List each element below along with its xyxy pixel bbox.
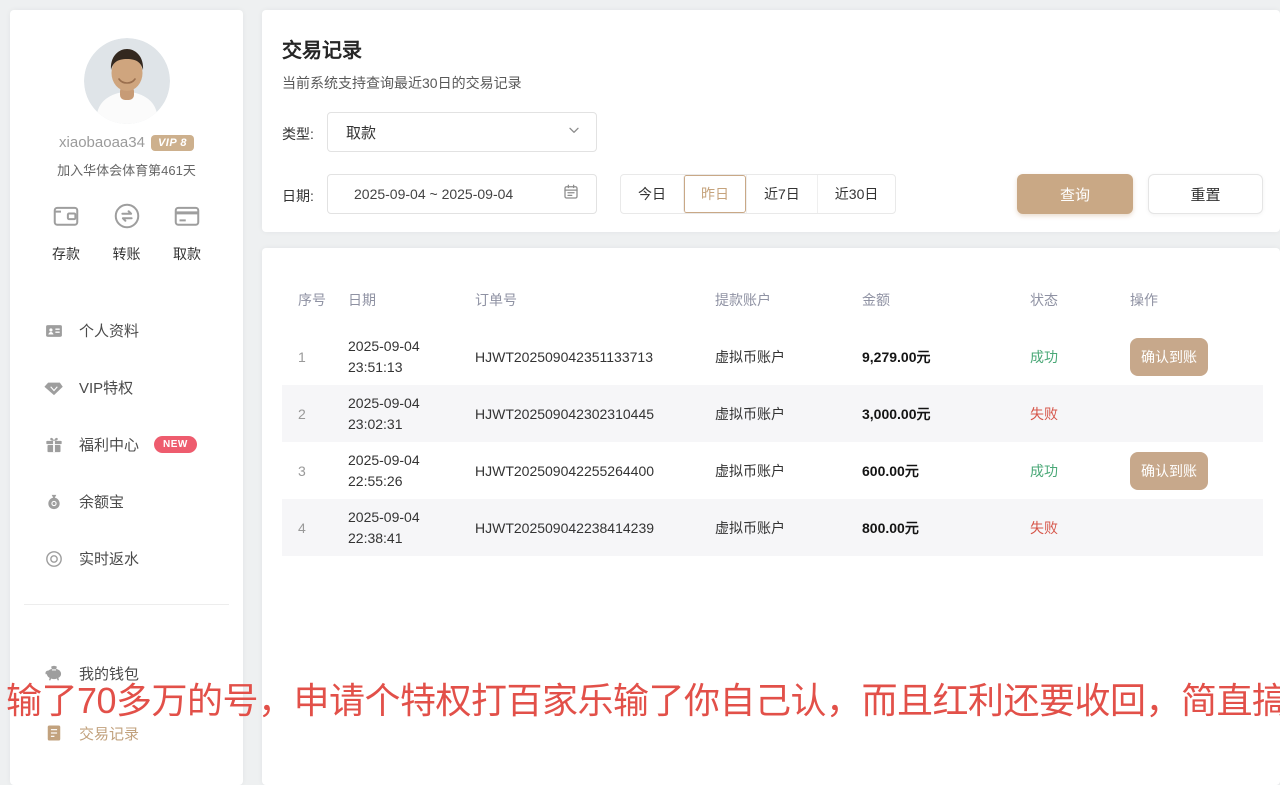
- sidebar-item-profile[interactable]: 个人资料: [10, 302, 243, 359]
- gift-icon: [44, 435, 64, 455]
- row-amount: 3,000.00元: [862, 404, 1030, 424]
- filter-card: 交易记录 当前系统支持查询最近30日的交易记录 类型: 取款 日期: 2025-…: [262, 10, 1280, 232]
- row-amount: 600.00元: [862, 461, 1030, 481]
- row-amount: 9,279.00元: [862, 347, 1030, 367]
- table-row: 1 2025-09-0423:51:13 HJWT202509042351133…: [282, 328, 1263, 385]
- quick-range-group: 今日昨日近7日近30日: [620, 174, 896, 214]
- confirm-received-button[interactable]: 确认到账: [1130, 338, 1208, 376]
- table-body: 1 2025-09-0423:51:13 HJWT202509042351133…: [282, 328, 1263, 556]
- quick-action-transfer[interactable]: 转账: [99, 201, 155, 264]
- type-label: 类型:: [282, 124, 314, 144]
- column-header: 金额: [862, 290, 1030, 310]
- row-datetime: 2025-09-0423:02:31: [348, 393, 475, 434]
- status-badge: 成功: [1030, 349, 1058, 365]
- overlay-complaint-text: 输了70多万的号，申请个特权打百家乐输了你自己认，而且红利还要收回，简直搞笑: [6, 672, 1280, 724]
- quick-actions: 存款 转账 取款: [10, 201, 243, 264]
- page-title: 交易记录: [282, 34, 362, 63]
- row-index: 4: [282, 520, 348, 536]
- sidebar-item-label: 实时返水: [79, 548, 139, 569]
- row-order-no: HJWT202509042255264400: [475, 463, 715, 479]
- date-range-input[interactable]: 2025-09-04 ~ 2025-09-04: [327, 174, 597, 214]
- wallet-icon: [51, 201, 81, 236]
- joined-days-text: 加入华体会体育第461天: [10, 160, 243, 179]
- column-header: 订单号: [475, 290, 715, 310]
- row-order-no: HJWT202509042351133713: [475, 349, 715, 365]
- chevron-down-icon: [566, 122, 582, 143]
- id-card-icon: [44, 321, 64, 341]
- confirm-received-button[interactable]: 确认到账: [1130, 452, 1208, 490]
- sidebar-divider: [24, 604, 229, 605]
- row-action-cell: 确认到账: [1130, 338, 1263, 376]
- table-row: 4 2025-09-0422:38:41 HJWT202509042238414…: [282, 499, 1263, 556]
- new-badge: NEW: [154, 436, 197, 453]
- vip-badge: VIP 8: [151, 135, 194, 151]
- status-badge: 失败: [1030, 520, 1058, 536]
- quick-action-label: 取款: [173, 244, 201, 264]
- table-row: 3 2025-09-0422:55:26 HJWT202509042255264…: [282, 442, 1263, 499]
- row-account: 虚拟币账户: [715, 518, 862, 538]
- sidebar-item-label: 个人资料: [79, 320, 139, 341]
- query-button[interactable]: 查询: [1017, 174, 1133, 214]
- document-icon: [44, 723, 64, 743]
- row-amount: 800.00元: [862, 518, 1030, 538]
- range-chip-近30日[interactable]: 近30日: [817, 175, 896, 213]
- row-account: 虚拟币账户: [715, 461, 862, 481]
- table-row: 2 2025-09-0423:02:31 HJWT202509042302310…: [282, 385, 1263, 442]
- row-datetime: 2025-09-0422:38:41: [348, 507, 475, 548]
- type-select-value: 取款: [346, 122, 566, 143]
- page: xiaobaoaa34 VIP 8 加入华体会体育第461天 存款 转账 取款 …: [0, 0, 1280, 785]
- reset-button[interactable]: 重置: [1148, 174, 1263, 214]
- status-badge: 失败: [1030, 406, 1058, 422]
- range-chip-近7日[interactable]: 近7日: [746, 175, 817, 213]
- rebate-icon: [44, 549, 64, 569]
- sidebar-item-label: 交易记录: [79, 723, 139, 744]
- date-range-value: 2025-09-04 ~ 2025-09-04: [354, 186, 562, 202]
- range-chip-昨日[interactable]: 昨日: [683, 175, 746, 213]
- column-header: 状态: [1030, 290, 1130, 310]
- row-index: 1: [282, 349, 348, 365]
- sidebar-item-vip-privilege[interactable]: VIP特权: [10, 359, 243, 416]
- column-header: 序号: [282, 290, 348, 310]
- sidebar-item-betting-records[interactable]: 投注记录: [10, 763, 243, 785]
- column-header: 日期: [348, 290, 475, 310]
- row-datetime: 2025-09-0423:51:13: [348, 336, 475, 377]
- date-label: 日期:: [282, 186, 314, 206]
- sidebar-item-label: 余额宝: [79, 491, 124, 512]
- range-chip-今日[interactable]: 今日: [621, 175, 683, 213]
- sidebar-item-welfare-center[interactable]: 福利中心 NEW: [10, 416, 243, 473]
- row-account: 虚拟币账户: [715, 404, 862, 424]
- avatar: [84, 38, 170, 124]
- transfer-icon: [112, 201, 142, 236]
- sidebar-item-label: VIP特权: [79, 377, 133, 398]
- row-index: 2: [282, 406, 348, 422]
- sidebar-item-label: 福利中心: [79, 434, 139, 455]
- row-index: 3: [282, 463, 348, 479]
- bank-card-icon: [172, 201, 202, 236]
- row-order-no: HJWT202509042302310445: [475, 406, 715, 422]
- page-subtitle: 当前系统支持查询最近30日的交易记录: [282, 73, 522, 93]
- quick-action-label: 存款: [52, 244, 80, 264]
- diamond-icon: [44, 378, 64, 398]
- row-action-cell: 确认到账: [1130, 452, 1263, 490]
- quick-action-label: 转账: [113, 244, 141, 264]
- quick-action-deposit[interactable]: 存款: [38, 201, 94, 264]
- table-header-row: 序号日期订单号提款账户金额状态操作: [282, 272, 1263, 328]
- column-header: 操作: [1130, 290, 1263, 310]
- quick-action-withdraw[interactable]: 取款: [159, 201, 215, 264]
- type-select[interactable]: 取款: [327, 112, 597, 152]
- row-datetime: 2025-09-0422:55:26: [348, 450, 475, 491]
- sidebar: xiaobaoaa34 VIP 8 加入华体会体育第461天 存款 转账 取款 …: [10, 10, 243, 785]
- sidebar-item-realtime-rebate[interactable]: 实时返水: [10, 530, 243, 587]
- status-badge: 成功: [1030, 463, 1058, 479]
- row-order-no: HJWT202509042238414239: [475, 520, 715, 536]
- calendar-icon: [562, 183, 580, 206]
- money-bag-icon: [44, 492, 64, 512]
- sidebar-item-yuebao[interactable]: 余额宝: [10, 473, 243, 530]
- column-header: 提款账户: [715, 290, 862, 310]
- sidebar-menu-primary: 个人资料 VIP特权 福利中心 NEW 余额宝 实时返水: [10, 302, 243, 587]
- row-account: 虚拟币账户: [715, 347, 862, 367]
- username: xiaobaoaa34: [59, 134, 145, 151]
